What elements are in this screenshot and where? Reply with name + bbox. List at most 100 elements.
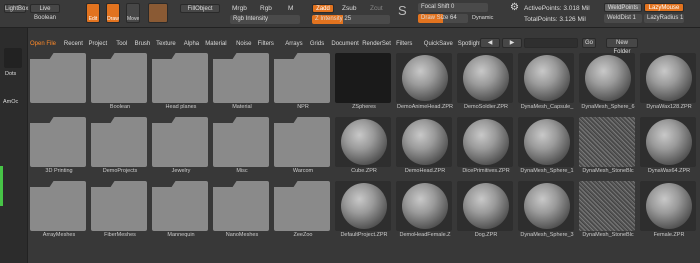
tab-recent[interactable]: Recent	[64, 38, 83, 50]
tab-brush[interactable]: Brush	[135, 38, 151, 50]
grid-item-label: Mannequin	[167, 232, 195, 238]
tab-quicksave[interactable]: QuickSave	[424, 38, 453, 50]
z-intensity-slider[interactable]: Z Intensity 25	[312, 15, 390, 24]
grid-item[interactable]: DynaMesh_StoneBlc	[579, 181, 639, 239]
lazyradius-slider[interactable]: LazyRadius 1	[644, 14, 684, 23]
tab-open-file[interactable]: Open File	[30, 38, 56, 50]
grid-item[interactable]: Female.ZPR	[640, 181, 700, 239]
focal-shift-value: 0	[451, 4, 455, 10]
thumbnail	[579, 117, 635, 167]
draw-button[interactable]: Draw	[106, 3, 120, 23]
tab-tool[interactable]: Tool	[116, 38, 127, 50]
back-arrow-button[interactable]: ◀	[480, 38, 500, 48]
color-indicator	[0, 166, 3, 206]
left-shelf: Dots AmOc	[0, 28, 28, 263]
tab-filters[interactable]: Filters	[258, 38, 274, 50]
grid-item[interactable]: DemoProjects	[91, 117, 151, 175]
tab-noise[interactable]: Noise	[236, 38, 251, 50]
grid-item[interactable]: Cube.ZPR	[335, 117, 395, 175]
lazymouse-button[interactable]: LazyMouse	[644, 3, 684, 12]
grid-item-label: NanoMeshes	[225, 232, 259, 238]
forward-arrow-button[interactable]: ▶	[502, 38, 522, 48]
lightbox-button[interactable]: LightBox	[4, 4, 28, 13]
grid-item[interactable]: DefaultProject.ZPR	[335, 181, 395, 239]
grid-item[interactable]: ArrayMeshes	[30, 181, 90, 239]
grid-item[interactable]: Misc	[213, 117, 273, 175]
rgb-intensity-slider[interactable]: Rgb Intensity	[230, 15, 300, 24]
grid-item[interactable]: DynaWax64.ZPR	[640, 117, 700, 175]
grid-item[interactable]: ZSpheres	[335, 53, 395, 111]
weldpoints-button[interactable]: WeldPoints	[604, 3, 642, 12]
grid-item-label: Dog.ZPR	[474, 232, 498, 238]
grid-item[interactable]: FiberMeshes	[91, 181, 151, 239]
grid-item[interactable]: DynaMesh_StoneBlc	[579, 117, 639, 175]
grid-item-label: Female.ZPR	[653, 232, 685, 238]
grid-item[interactable]: ZeeZoo	[274, 181, 334, 239]
tab-grids[interactable]: Grids	[310, 38, 324, 50]
tab-document[interactable]: Document	[331, 38, 358, 50]
grid-item[interactable]: Mannequin	[152, 181, 212, 239]
active-points: ActivePoints: 3.018 Mil	[524, 5, 590, 12]
grid-item[interactable]: DynaWax128.ZPR	[640, 53, 700, 111]
focal-shift-slider[interactable]: Focal Shift 0	[418, 3, 488, 12]
live-boolean-button[interactable]: Live Boolean	[30, 4, 60, 21]
grid-item[interactable]: DynaMesh_Sphere_3	[518, 181, 578, 239]
grid-item[interactable]: Dog.ZPR	[457, 181, 517, 239]
model-preview	[402, 55, 448, 101]
grid-item[interactable]: DynaMesh_Sphere_6	[579, 53, 639, 111]
tab-spotlight[interactable]: Spotlight	[458, 38, 481, 50]
dynamic-button[interactable]: Dynamic	[472, 14, 493, 23]
grid-item[interactable]: Jewelry	[152, 117, 212, 175]
model-preview	[646, 55, 692, 101]
new-folder-button[interactable]: New Folder	[606, 38, 638, 55]
draw-size-value: 64	[450, 15, 457, 21]
grid-item-label: FiberMeshes	[104, 232, 136, 238]
fillobject-button[interactable]: FillObject	[180, 4, 220, 13]
grid-item[interactable]: DemoAnimeHead.ZPR	[396, 53, 456, 111]
tab-renderset[interactable]: RenderSet	[362, 38, 391, 50]
grid-item[interactable]: NPR	[274, 53, 334, 111]
zcut-button[interactable]: Zcut	[370, 4, 383, 13]
grid-item[interactable]	[30, 53, 90, 111]
m-button[interactable]: M	[288, 4, 293, 13]
grid-item[interactable]: NanoMeshes	[213, 181, 273, 239]
tab-texture[interactable]: Texture	[156, 38, 176, 50]
grid-item[interactable]: DemoHead.ZPR	[396, 117, 456, 175]
tab-filters[interactable]: Filters	[396, 38, 412, 50]
tab-material[interactable]: Material	[205, 38, 226, 50]
tab-project[interactable]: Project	[89, 38, 108, 50]
material-swatch[interactable]	[148, 3, 168, 23]
zadd-button[interactable]: Zadd	[312, 4, 334, 13]
folder-icon	[274, 181, 330, 231]
grid-item[interactable]: Boolean	[91, 53, 151, 111]
draw-size-slider[interactable]: Draw Size 64	[418, 14, 468, 23]
rgb-button[interactable]: Rgb	[260, 4, 272, 13]
edit-button[interactable]: Edit	[86, 3, 100, 23]
grid-item[interactable]: Material	[213, 53, 273, 111]
grid-item-label: DynaMesh_Sphere_6	[581, 104, 635, 110]
grid-item[interactable]: Warcom	[274, 117, 334, 175]
grid-item[interactable]: Head planes	[152, 53, 212, 111]
move-button[interactable]: Move	[126, 3, 140, 23]
welddist-slider[interactable]: WeldDist 1	[604, 14, 642, 23]
grid-item[interactable]: 3D Printing	[30, 117, 90, 175]
grid-item[interactable]: DynaMesh_Sphere_1	[518, 117, 578, 175]
mrgb-button[interactable]: Mrgb	[232, 4, 247, 13]
go-button[interactable]: Go	[582, 38, 596, 48]
tab-arrays[interactable]: Arrays	[285, 38, 302, 50]
grid-item[interactable]: DynaMesh_Capsule_	[518, 53, 578, 111]
path-field[interactable]	[524, 38, 578, 48]
folder-icon	[274, 117, 330, 167]
dots-brush-icon[interactable]	[4, 48, 22, 68]
grid-item-label: ZeeZoo	[293, 232, 313, 238]
grid-item-label: Warcom	[292, 168, 314, 174]
folder-icon	[213, 117, 269, 167]
z-intensity-value: 25	[344, 16, 352, 22]
grid-item[interactable]: DicePrimitives.ZPR	[457, 117, 517, 175]
zsub-button[interactable]: Zsub	[342, 4, 356, 13]
grid-item[interactable]: DemoHeadFemale.Z	[396, 181, 456, 239]
model-preview	[524, 119, 570, 165]
grid-item[interactable]: DemoSoldier.ZPR	[457, 53, 517, 111]
grid-item-label: Jewelry	[171, 168, 191, 174]
tab-alpha[interactable]: Alpha	[184, 38, 199, 50]
